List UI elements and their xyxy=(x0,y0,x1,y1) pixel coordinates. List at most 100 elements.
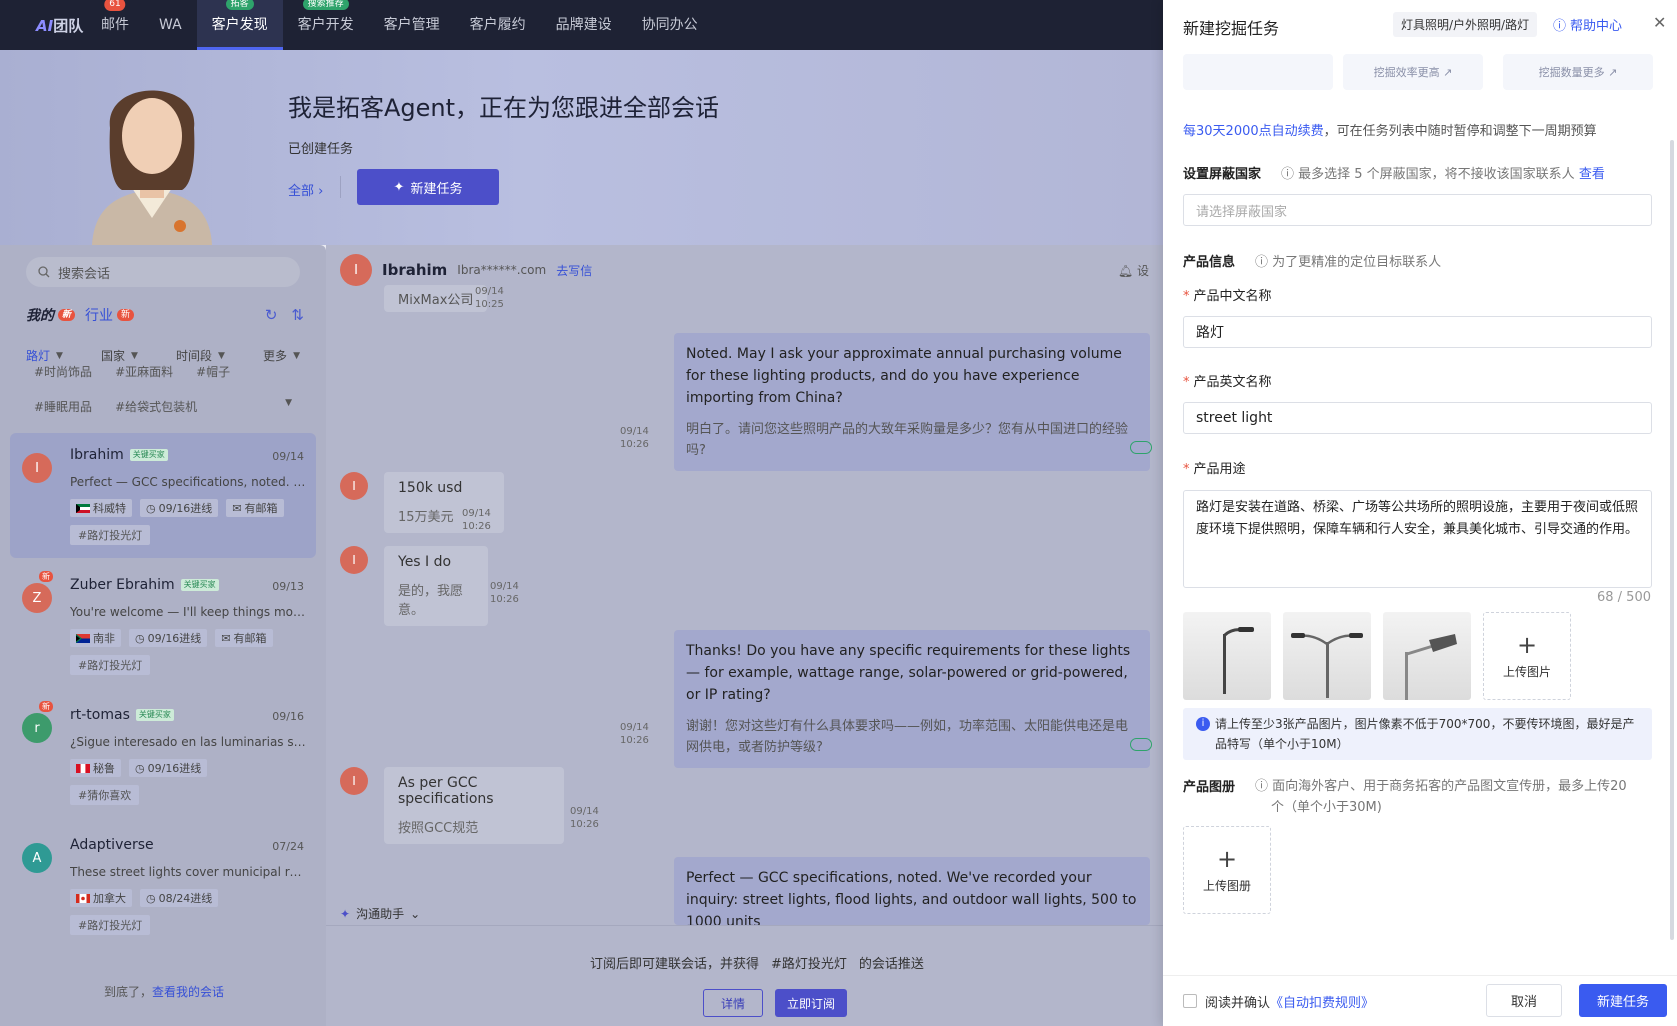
plus-icon: + xyxy=(1516,630,1538,659)
cn-name-input[interactable]: 路灯 xyxy=(1183,316,1652,348)
message-translation: 是的，我愿意。 xyxy=(398,584,464,618)
incoming-message: Yes I do 是的，我愿意。 xyxy=(384,546,488,626)
brand-logo[interactable]: AI团队 xyxy=(0,15,86,36)
nav-item-wa[interactable]: WA xyxy=(144,0,197,50)
product-image-thumbnail[interactable] xyxy=(1283,612,1371,700)
new-task-button[interactable]: ✦ 新建任务 xyxy=(357,169,499,205)
brochure-label: 产品图册 xyxy=(1183,780,1236,795)
tag-row: #睡眠用品 #给袋式包装机 ▼ xyxy=(34,398,292,415)
search-input[interactable]: 搜索会话 xyxy=(26,257,300,287)
contact-name: Ibrahim xyxy=(382,261,448,279)
plan-card-efficiency[interactable]: 挖掘效率更高 ↗ xyxy=(1343,54,1483,90)
mail-chip: ✉ 有邮箱 xyxy=(226,499,284,517)
view-link[interactable]: 查看 xyxy=(1579,167,1605,182)
write-email-link[interactable]: 去写信 xyxy=(556,262,592,279)
create-task-button[interactable]: 新建任务 xyxy=(1579,984,1667,1017)
key-buyer-badge: 关键买家 xyxy=(180,579,219,591)
help-center-link[interactable]: ⓘ 帮助中心 xyxy=(1553,15,1622,34)
chevron-down-icon: ▼ xyxy=(131,350,138,361)
hashtag[interactable]: #给袋式包装机 xyxy=(115,398,197,415)
key-buyer-badge: 关键买家 xyxy=(129,449,168,461)
settings-button[interactable]: 🔔︎ 设 xyxy=(1118,262,1149,279)
subscribe-button[interactable]: 立即订阅 xyxy=(775,989,847,1017)
all-tasks-link[interactable]: 全部 › xyxy=(288,180,323,199)
expand-tags-icon[interactable]: ▼ xyxy=(285,398,292,415)
follow-chip: ◷ 09/16进线 xyxy=(140,499,219,517)
upload-image-button[interactable]: + 上传图片 xyxy=(1483,612,1571,700)
nav-label: 协同办公 xyxy=(641,17,698,33)
message-time: 09/14 10:25 xyxy=(475,286,504,310)
tag-row: #时尚饰品 #亚麻面料 #帽子 xyxy=(34,363,230,380)
hashtag[interactable]: #时尚饰品 xyxy=(34,363,92,380)
nav-item-fulfillment[interactable]: 客户履约 xyxy=(455,0,541,50)
cancel-button[interactable]: 取消 xyxy=(1486,984,1562,1017)
billing-rules-link[interactable]: 《自动扣费规则》 xyxy=(1270,996,1374,1011)
session-preview: These street lights cover municipal roa.… xyxy=(70,865,306,879)
block-country-select[interactable]: 请选择屏蔽国家 xyxy=(1183,194,1652,226)
usage-textarea[interactable]: 路灯是安装在道路、桥梁、广场等公共场所的照明设施，主要用于夜间或低照度环境下提供… xyxy=(1183,490,1652,588)
contact-avatar: I xyxy=(340,546,368,574)
plan-card-quantity[interactable]: 挖掘数量更多 ↗ xyxy=(1503,54,1653,90)
hashtag[interactable]: #帽子 xyxy=(196,363,230,380)
session-name: rt-tomas 关键买家 xyxy=(70,707,174,723)
product-image-thumbnail[interactable] xyxy=(1383,612,1471,700)
filter-keyword[interactable]: 路灯 ▼ xyxy=(26,347,63,364)
view-my-sessions-link[interactable]: 查看我的会话 xyxy=(152,985,224,999)
session-meta: 科威特 ◷ 09/16进线 ✉ 有邮箱 xyxy=(70,499,284,517)
refresh-icon[interactable]: ↻ xyxy=(265,306,278,324)
session-item[interactable]: Z 新 Zuber Ebrahim 关键买家 09/13 You're welco… xyxy=(10,563,316,688)
hint-text: 个（单个小于30M) xyxy=(1271,800,1382,815)
new-badge: 新 xyxy=(39,701,53,712)
nav-label: 品牌建设 xyxy=(555,17,612,33)
nav-item-customer-discovery[interactable]: 客户发现 拓客 xyxy=(196,0,283,50)
nav-item-collab[interactable]: 协同办公 xyxy=(627,0,713,50)
session-item[interactable]: I Ibrahim 关键买家 09/14 Perfect — GCC specif… xyxy=(10,433,316,558)
subscribe-tag: #路灯投光灯 xyxy=(771,957,847,972)
drawer-scrollbar[interactable] xyxy=(1670,140,1674,940)
country-chip: 南非 xyxy=(70,629,121,647)
follow-chip: ◷ 09/16进线 xyxy=(129,759,208,777)
session-tabs: 我的新 行业新 ↻ ⇅ xyxy=(26,305,304,325)
clock-icon: ◷ xyxy=(135,761,145,775)
sparkle-icon: ✦ xyxy=(340,906,351,921)
hashtag[interactable]: #亚麻面料 xyxy=(115,363,173,380)
en-name-input[interactable]: street light xyxy=(1183,402,1652,434)
nav-item-mail[interactable]: 邮件 61 xyxy=(86,0,144,50)
hashtag[interactable]: #睡眠用品 xyxy=(34,398,92,415)
plan-card[interactable] xyxy=(1183,54,1333,90)
upload-brochure-button[interactable]: + 上传图册 xyxy=(1183,826,1271,914)
mail-chip: ✉ 有邮箱 xyxy=(215,629,273,647)
street-light-image xyxy=(1222,627,1254,694)
agree-text: 阅读并确认《自动扣费规则》 xyxy=(1205,992,1374,1011)
session-date: 09/16 xyxy=(272,710,304,723)
session-item[interactable]: r 新 rt-tomas 关键买家 09/16 ¿Sigue interesado… xyxy=(10,693,316,818)
session-item[interactable]: A Adaptiverse 07/24 These street lights … xyxy=(10,823,316,948)
product-image-thumbnail[interactable] xyxy=(1183,612,1271,700)
close-icon[interactable]: ✕ xyxy=(1653,13,1666,32)
filter-more[interactable]: 更多 ▼ xyxy=(263,347,300,364)
assistant-toggle[interactable]: ✦ 沟通助手 ⌄ xyxy=(340,905,420,922)
nav-item-customer-dev[interactable]: 客户开发 搜索推荐 xyxy=(283,0,369,50)
tab-mine[interactable]: 我的新 xyxy=(26,305,76,325)
message-time: 09/14 10:26 xyxy=(490,581,519,605)
session-tag: #路灯投光灯 xyxy=(70,655,151,675)
clock-icon: ◷ xyxy=(146,891,156,905)
sort-icon[interactable]: ⇅ xyxy=(291,306,304,324)
detail-button[interactable]: 详情 xyxy=(703,989,763,1017)
chevron-down-icon: ▼ xyxy=(56,350,63,361)
filter-time[interactable]: 时间段 ▼ xyxy=(176,347,225,364)
info-icon: ⓘ xyxy=(1281,167,1299,182)
nav-tag: 拓客 xyxy=(225,0,254,10)
nav-label: 客户开发 xyxy=(297,17,354,33)
nav-item-customer-mgmt[interactable]: 客户管理 xyxy=(369,0,455,50)
select-placeholder: 请选择屏蔽国家 xyxy=(1196,204,1288,220)
nav-item-brand[interactable]: 品牌建设 xyxy=(541,0,627,50)
follow-label: 08/24进线 xyxy=(158,892,213,905)
filter-label: 更多 xyxy=(263,349,288,363)
nav-label: WA xyxy=(159,17,182,33)
tab-industry[interactable]: 行业新 xyxy=(85,305,135,325)
clock-icon: ◷ xyxy=(146,501,156,515)
agree-checkbox[interactable] xyxy=(1183,994,1197,1008)
filter-country[interactable]: 国家 ▼ xyxy=(101,347,138,364)
input-value: 路灯 xyxy=(1196,325,1224,341)
